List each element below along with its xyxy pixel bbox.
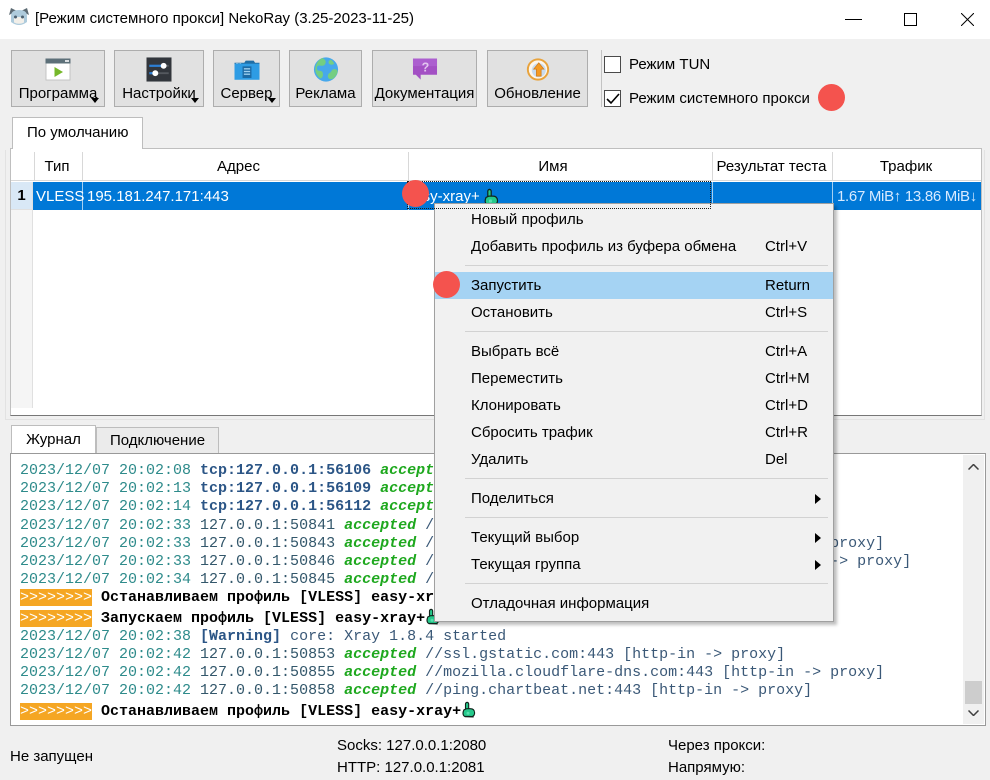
svg-text:?: ? bbox=[421, 60, 429, 74]
